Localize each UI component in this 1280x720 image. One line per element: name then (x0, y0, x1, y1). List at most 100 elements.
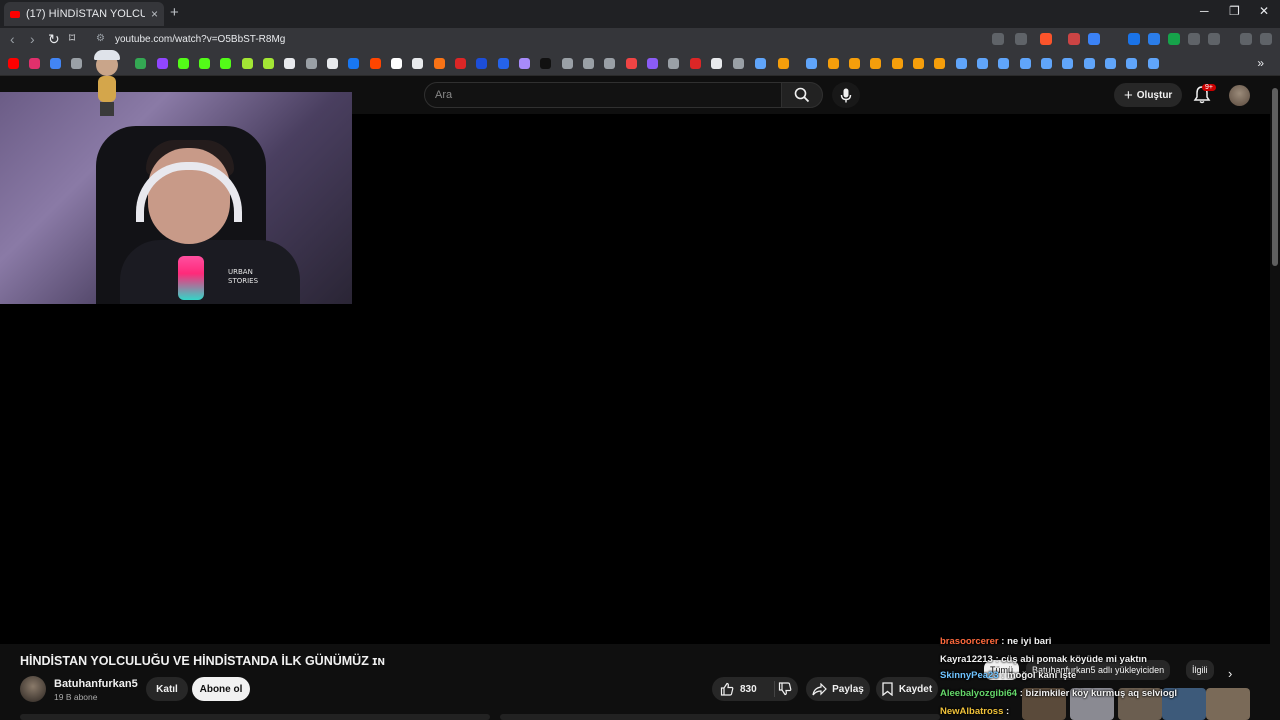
bookmark-icon[interactable] (870, 58, 881, 69)
menu-icon[interactable] (1260, 33, 1272, 45)
url-field[interactable]: youtube.com/watch?v=O5BbST-R8Mg (115, 34, 285, 45)
bookmark-steam-icon[interactable] (977, 58, 988, 69)
bookmarks-overflow-icon[interactable]: » (1257, 56, 1264, 70)
search-button[interactable] (781, 82, 823, 108)
extension-icon[interactable] (1128, 33, 1140, 45)
bookmark-icon[interactable] (583, 58, 594, 69)
bookmark-icon[interactable] (498, 58, 509, 69)
browser-tab[interactable]: (17) HİNDİSTAN YOLCULUĞU VE × (4, 2, 164, 26)
bookmark-steam-icon[interactable] (806, 58, 817, 69)
bookmark-icon[interactable] (348, 58, 359, 69)
bookmark-icon[interactable] (690, 58, 701, 69)
chat-text: : cüş abi pomak köyüde mi yaktın (995, 654, 1147, 665)
maximize-button[interactable]: ❐ (1229, 4, 1240, 18)
channel-name[interactable]: Batuhanfurkan5 (54, 678, 138, 690)
minimize-button[interactable]: ─ (1200, 4, 1209, 18)
bookmark-icon[interactable] (284, 58, 295, 69)
close-window-button[interactable]: ✕ (1259, 4, 1269, 18)
join-button[interactable]: Katıl (146, 677, 188, 701)
bookmark-icon[interactable] (540, 58, 551, 69)
new-tab-button[interactable]: + (170, 4, 179, 21)
bookmark-icon[interactable] (263, 58, 274, 69)
subscribe-button[interactable]: Abone ol (192, 677, 250, 701)
bookmark-kick-icon[interactable] (220, 58, 231, 69)
create-button[interactable]: + Oluştur (1114, 83, 1183, 107)
bookmark-steam-icon[interactable] (1041, 58, 1052, 69)
video-thumbnail[interactable] (1206, 688, 1250, 720)
extension-icon[interactable] (1168, 33, 1180, 45)
page-scrollbar-thumb[interactable] (1272, 88, 1278, 266)
like-count[interactable]: 830 (740, 684, 757, 695)
chat-text: : ne iyi bari (1001, 636, 1052, 647)
bookmark-icon[interactable] (50, 58, 61, 69)
extensions-puzzle-icon[interactable] (1188, 33, 1200, 45)
bookmark-icon[interactable] (519, 58, 530, 69)
like-thumb-icon[interactable] (720, 682, 734, 696)
extension-icon[interactable] (1148, 33, 1160, 45)
bookmark-steam-icon[interactable] (998, 58, 1009, 69)
bookmark-icon[interactable] (828, 58, 839, 69)
brave-shield-icon[interactable] (1040, 33, 1052, 45)
chip-related[interactable]: İlgili (1186, 660, 1214, 680)
cast-icon[interactable] (992, 33, 1004, 45)
sidebar-icon[interactable] (1208, 33, 1220, 45)
bookmark-icon[interactable] (135, 58, 146, 69)
bookmark-steam-icon[interactable] (1020, 58, 1031, 69)
channel-avatar[interactable] (20, 676, 46, 702)
bookmark-icon[interactable] (242, 58, 253, 69)
bookmark-icon[interactable] (711, 58, 722, 69)
description-box-edge (20, 714, 490, 720)
extension-icon[interactable] (1088, 33, 1100, 45)
bookmark-steam-icon[interactable] (956, 58, 967, 69)
bookmark-icon[interactable] (913, 58, 924, 69)
bookmark-icon[interactable] (934, 58, 945, 69)
bookmark-icon[interactable] (434, 58, 445, 69)
chip-next-chevron-icon[interactable]: › (1228, 666, 1232, 681)
bookmark-icon[interactable]: ⌑ (69, 31, 75, 45)
bookmark-folder-icon[interactable] (733, 58, 744, 69)
video-title: HİNDİSTAN YOLCULUĞU VE HİNDİSTANDA İLK G… (20, 654, 386, 668)
bookmark-steam-icon[interactable] (1148, 58, 1159, 69)
bookmark-icon[interactable] (778, 58, 789, 69)
account-avatar[interactable] (1229, 85, 1250, 106)
bookmark-icon[interactable] (562, 58, 573, 69)
back-icon[interactable]: ‹ (10, 31, 15, 47)
bookmark-steam-icon[interactable] (1062, 58, 1073, 69)
bookmark-steam-icon[interactable] (755, 58, 766, 69)
media-control-icon[interactable] (1240, 33, 1252, 45)
bookmark-icon[interactable] (892, 58, 903, 69)
bookmark-icon[interactable] (455, 58, 466, 69)
share-button[interactable]: Paylaş (806, 677, 870, 701)
site-settings-icon[interactable]: ⚙ (96, 33, 105, 44)
bookmark-steam-icon[interactable] (1126, 58, 1137, 69)
voice-search-button[interactable] (832, 82, 860, 108)
bookmark-icon[interactable] (412, 58, 423, 69)
youtube-favicon-icon (10, 10, 20, 18)
bookmark-icon[interactable] (668, 58, 679, 69)
bookmark-icon[interactable] (849, 58, 860, 69)
bookmark-icon[interactable] (626, 58, 637, 69)
dislike-thumb-icon[interactable] (778, 682, 792, 696)
bookmark-icon[interactable] (306, 58, 317, 69)
save-button[interactable]: Kaydet (876, 677, 938, 701)
bookmark-instagram-icon[interactable] (29, 58, 40, 69)
bookmark-icon[interactable] (604, 58, 615, 69)
bookmark-icon[interactable] (476, 58, 487, 69)
bookmark-reddit-icon[interactable] (370, 58, 381, 69)
bookmark-icon[interactable] (647, 58, 658, 69)
bookmark-icon[interactable] (391, 58, 402, 69)
bookmark-kick-icon[interactable] (178, 58, 189, 69)
bookmark-steam-icon[interactable] (1105, 58, 1116, 69)
tab-close-button[interactable]: × (151, 7, 158, 21)
bookmark-twitch-icon[interactable] (157, 58, 168, 69)
reload-icon[interactable]: ↻ (48, 31, 60, 48)
search-input[interactable]: Ara (424, 82, 782, 108)
extension-icon[interactable] (1068, 33, 1080, 45)
share-icon[interactable] (1015, 33, 1027, 45)
bookmark-steam-icon[interactable] (1084, 58, 1095, 69)
bookmark-kick-icon[interactable] (199, 58, 210, 69)
bookmark-x-icon[interactable] (327, 58, 338, 69)
bookmark-youtube-icon[interactable] (8, 58, 19, 69)
bookmark-icon[interactable] (71, 58, 82, 69)
forward-icon[interactable]: › (30, 31, 35, 47)
